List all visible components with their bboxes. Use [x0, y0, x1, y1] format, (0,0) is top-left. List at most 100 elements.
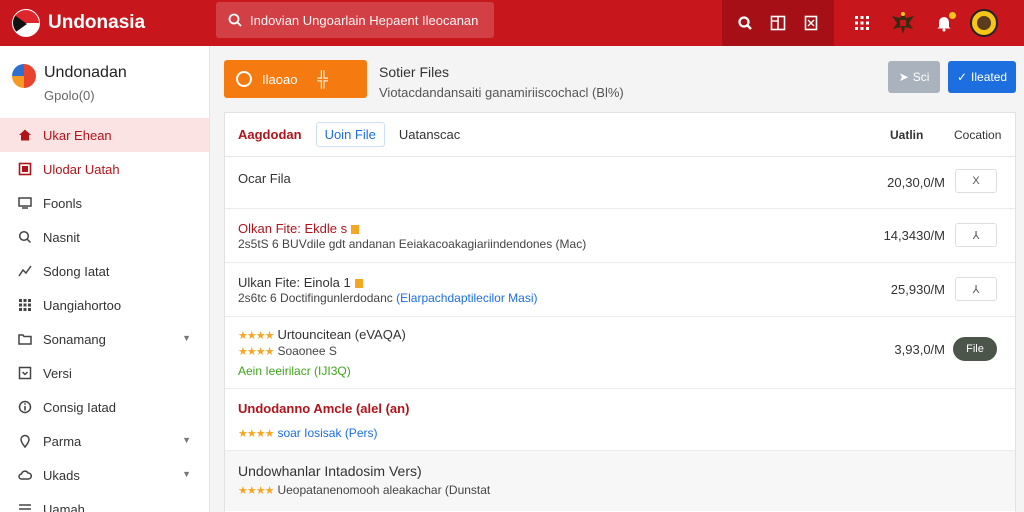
column-header-size: Uatlin: [890, 128, 924, 142]
primary-button-label: Ileated: [971, 70, 1008, 84]
garuda-emblem-icon: [888, 8, 918, 38]
cloud-icon: [16, 466, 34, 484]
file-description: ★★★★ soar Iosisak (Pers): [238, 426, 377, 440]
sidebar-item-label: Nasnit: [43, 229, 80, 245]
table-row[interactable]: ★★★★ Urtouncitean (eVAQA) ★★★★ Soaonee S A…: [225, 317, 1015, 389]
apps-grid-icon[interactable]: [850, 11, 874, 35]
sidebar-item-0[interactable]: Ukar Ehean: [0, 118, 209, 152]
table-row[interactable]: Ulkan Fite: Einola 1 2s6tc 6 Doctifingun…: [225, 263, 1015, 317]
content-header: Ilaoao ╬ Sotier Files Viotacdandansaiti …: [224, 60, 1016, 100]
top-bar: Undonasia: [0, 0, 1024, 46]
file-name: Olkan Fite: Ekdle s: [238, 221, 360, 236]
toolbar-group: [722, 0, 834, 46]
chart-icon: [16, 262, 34, 280]
file-name: ★★★★ Urtouncitean (eVAQA): [238, 327, 406, 342]
sidebar-item-4[interactable]: Sdong Iatat: [0, 254, 209, 288]
table-row[interactable]: Undodanno Amcle (alel (an) ★★★★ soar Iosi…: [225, 389, 1015, 451]
rating-stars-icon: ★★★★: [238, 346, 274, 358]
primary-button[interactable]: ✓ Ileated: [948, 61, 1016, 93]
column-header-action: Cocation: [954, 128, 1002, 142]
sidebar-item-label: Ulodar Uatah: [43, 161, 120, 177]
tab-bar: Aagdodan Uoin File Uatanscac Uatlin Coca…: [225, 113, 1015, 157]
notification-dot: [949, 12, 956, 19]
check-icon: ✓: [956, 70, 968, 84]
tab-1[interactable]: Uoin File: [315, 122, 385, 147]
search-input[interactable]: [250, 12, 480, 28]
tab-0[interactable]: Aagdodan: [238, 127, 302, 142]
upload-ring-icon: [236, 71, 252, 87]
file-status: Aein Ieeirilacr (IJI3Q): [238, 364, 351, 378]
table-row[interactable]: Ocar Fila 20,30,0/M X: [225, 157, 1015, 209]
file-name-text: Ulkan Fite: Einola 1: [238, 275, 351, 290]
paper-plane-icon: ➤: [898, 70, 909, 84]
notification-icon[interactable]: [932, 11, 956, 35]
file-name-text: Olkan Fite: Ekdle s: [238, 221, 348, 236]
pin-icon: [16, 432, 34, 450]
columns-icon[interactable]: [766, 11, 790, 35]
sidebar-item-2[interactable]: Foonls: [0, 186, 209, 220]
sidebar-item-3[interactable]: Nasnit: [0, 220, 209, 254]
table-row[interactable]: Undowhanlar Intadosim Vers) ★★★★ Ueopatan…: [225, 451, 1015, 511]
sidebar-item-label: Ukar Ehean: [43, 127, 112, 143]
sidebar-item-11[interactable]: Uamah: [0, 492, 209, 512]
row-action-button[interactable]: ⅄: [955, 223, 997, 247]
file-description-link[interactable]: soar Iosisak (Pers): [277, 426, 377, 440]
row-action-button[interactable]: X: [955, 169, 997, 193]
table-row[interactable]: Olkan Fite: Ekdle s 2s5tS 6 BUVdile gdt …: [225, 209, 1015, 263]
sidebar-item-7[interactable]: Versi: [0, 356, 209, 390]
search-icon[interactable]: [733, 11, 757, 35]
tag-icon: [351, 225, 360, 235]
header-actions: [850, 0, 998, 46]
chevron-down-icon: ▼: [182, 435, 191, 445]
download-icon: [16, 364, 34, 382]
sidebar-item-10[interactable]: Ukads ▼: [0, 458, 209, 492]
sidebar-item-6[interactable]: Sonamang ▼: [0, 322, 209, 356]
header-text: Sotier Files Viotacdandansaiti ganamirii…: [379, 64, 624, 100]
secondary-button[interactable]: ➤ Sci: [888, 61, 940, 93]
sidebar-item-5[interactable]: Uangiahortoo: [0, 288, 209, 322]
page-subtitle: Viotacdandansaiti ganamiriiscochacl (Bl%…: [379, 85, 624, 100]
home-icon: [16, 126, 34, 144]
file-status-code: (IJI3Q): [314, 364, 351, 378]
brand-name: Undonasia: [48, 12, 146, 33]
sidebar-item-8[interactable]: Consig Iatad: [0, 390, 209, 424]
file-status-text: Aein Ieeirilacr: [238, 364, 311, 378]
file-button[interactable]: File: [953, 337, 997, 361]
sidebar-item-label: Versi: [43, 365, 72, 381]
upload-icon: [16, 160, 34, 178]
file-description-link[interactable]: (Elarpachdaptilecilor Masi): [396, 291, 537, 305]
search-icon: [16, 228, 34, 246]
brand[interactable]: Undonasia: [0, 9, 210, 37]
tab-2[interactable]: Uatanscac: [399, 127, 460, 142]
sidebar-item-9[interactable]: Parma ▼: [0, 424, 209, 458]
add-icon: ╬: [317, 70, 329, 88]
search-box[interactable]: [216, 2, 494, 38]
info-icon: [16, 398, 34, 416]
upload-button-label: Ilaoao: [262, 71, 298, 87]
file-size: 3,93,0/M: [894, 342, 945, 357]
folder-icon: [16, 330, 34, 348]
file-name-text: Undodanno Amcle (alel (an): [238, 401, 410, 416]
file-size: 25,930/M: [890, 282, 945, 297]
file-name: Undodanno Amcle (alel (an): [238, 401, 409, 416]
chevron-down-icon: ▼: [182, 333, 191, 343]
file-name: Undowhanlar Intadosim Vers): [238, 463, 422, 479]
rating-stars-icon: ★★★★: [238, 485, 274, 497]
sidebar-subtitle: Gpolo(0): [44, 88, 95, 103]
file-description-text: 2s6tc 6 Doctifingunlerdodanc: [238, 291, 393, 305]
upload-button[interactable]: Ilaoao ╬: [224, 60, 367, 98]
avatar[interactable]: [970, 9, 998, 37]
row-action-button[interactable]: ⅄: [955, 277, 997, 301]
file-size: 20,30,0/M: [887, 175, 945, 190]
flag-icon: [12, 9, 40, 37]
chevron-down-icon: ▼: [182, 469, 191, 479]
rating-stars-icon: ★★★★: [238, 330, 274, 342]
file-name: Ulkan Fite: Einola 1: [238, 275, 363, 290]
file-name-text: Urtouncitean (eVAQA): [277, 327, 406, 342]
sidebar-item-1[interactable]: Ulodar Uatah: [0, 152, 209, 186]
tag-icon: [354, 279, 363, 289]
trash-icon[interactable]: [799, 11, 823, 35]
file-name: Ocar Fila: [238, 171, 291, 186]
sidebar-item-label: Ukads: [43, 467, 80, 483]
file-panel: Aagdodan Uoin File Uatanscac Uatlin Coca…: [224, 112, 1016, 512]
